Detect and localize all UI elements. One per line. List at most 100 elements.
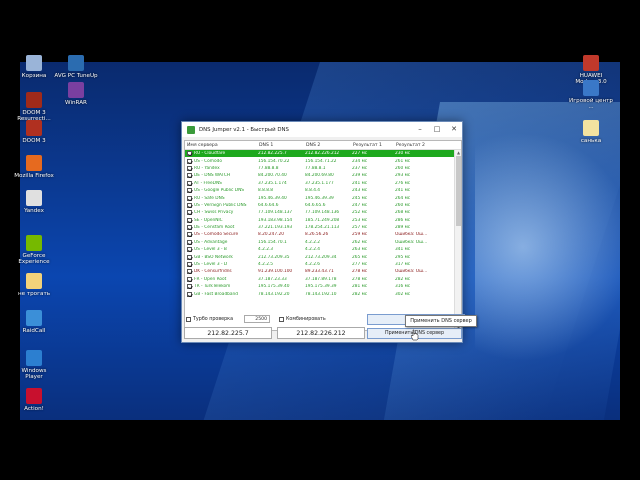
table-row[interactable]: US - Level 3 - D 4.2.2.5 4.2.2.6 277 мс 317 …: [185, 261, 455, 268]
table-row[interactable]: US - Comodo 156.154.70.22 156.154.71.22 234…: [185, 157, 455, 164]
result2-cell: Ошибка: Ош...: [395, 239, 428, 245]
row-checkbox[interactable]: [187, 225, 192, 231]
row-checkbox[interactable]: [187, 254, 192, 260]
table-row[interactable]: TR - TurkTelekom 195.175.39.40 195.175.39.…: [185, 283, 455, 290]
dns1-cell: 84.200.70.40: [258, 173, 287, 179]
desktop-icon-left-0[interactable]: Корзина: [12, 55, 56, 79]
row-checkbox[interactable]: [187, 239, 192, 245]
vertical-scrollbar[interactable]: ▲ ▼: [454, 150, 461, 330]
table-row[interactable]: US - Comodo Secure 8.20.247.20 8.26.56.26 2…: [185, 231, 455, 238]
table-row[interactable]: US - VeriSign Public DNS 64.6.64.6 64.6.65…: [185, 202, 455, 209]
combine-checkbox[interactable]: [279, 317, 284, 322]
column-header-server-name[interactable]: Имя сервера: [185, 143, 257, 148]
row-checkbox[interactable]: [187, 158, 192, 164]
scrollbar-thumb[interactable]: [456, 156, 461, 226]
table-row[interactable]: CH - Swiss Privacy 77.109.148.137 77.109.1…: [185, 209, 455, 216]
dns-server-list[interactable]: Имя сервера DNS 1 DNS 2 Результат 1 Резу…: [184, 140, 462, 331]
server-name-cell: US - Level 3 - D: [185, 262, 257, 268]
table-row[interactable]: SE - OpenNIC 193.183.98.154 185.71.249.208…: [185, 217, 455, 224]
desktop-icon-left-7[interactable]: GeForce Experience: [12, 235, 56, 266]
table-row[interactable]: RU - Yandex 77.88.8.8 77.88.8.1 237 мс 260 м…: [185, 165, 455, 172]
huawei-modem-icon: [583, 55, 599, 71]
folder-icon: [26, 273, 42, 289]
desktop-icon-right-1[interactable]: Игровой центр ...: [569, 80, 613, 111]
desktop-icon-left-10[interactable]: Windows Player: [12, 350, 56, 381]
result1-cell: 243 мс: [352, 188, 368, 194]
table-row[interactable]: GB - Fast Broadband 78.143.192.20 78.143.1…: [185, 290, 455, 297]
row-checkbox[interactable]: [187, 151, 192, 157]
table-row[interactable]: AT - FreeDNS 37.235.1.174 37.235.1.177 241 …: [185, 180, 455, 187]
result2-cell: 241 мс: [395, 188, 411, 194]
turbo-check-option[interactable]: Турбо проверка: [186, 315, 233, 324]
desktop-icon-left-2[interactable]: DOOM 3 Resurrecti...: [12, 92, 56, 123]
row-checkbox[interactable]: [187, 188, 192, 194]
row-checkbox[interactable]: [187, 210, 192, 216]
row-checkbox[interactable]: [187, 269, 192, 275]
desktop-icon-left-8[interactable]: не трогать: [12, 273, 56, 297]
desktop-icon-label: Windows Player: [21, 368, 47, 381]
desktop-icon-left-6[interactable]: Yandex: [12, 190, 56, 214]
turbo-checkbox[interactable]: [186, 317, 191, 322]
desktop-icon-right-2[interactable]: санька: [569, 120, 613, 144]
row-checkbox[interactable]: [187, 195, 192, 201]
table-row[interactable]: FR - Open Root 37.187.23.33 37.187.89.178 2…: [185, 276, 455, 283]
maximize-button[interactable]: □: [429, 122, 445, 137]
row-checkbox[interactable]: [187, 262, 192, 268]
result1-cell: 252 мс: [352, 210, 368, 216]
dns1-field[interactable]: 212.82.225.7: [184, 327, 272, 339]
table-row[interactable]: RU - Cloudfare 212.82.225.7 212.82.226.212…: [185, 150, 455, 158]
desktop-icon-left-9[interactable]: RaidCall: [12, 310, 56, 334]
row-checkbox[interactable]: [187, 217, 192, 223]
result2-cell: 261 мс: [395, 158, 411, 164]
column-header-dns1[interactable]: DNS 1: [257, 143, 304, 148]
desktop-icon-left-11[interactable]: Action!: [12, 388, 56, 412]
desktop-icon-left-3[interactable]: WinRAR: [54, 82, 98, 106]
hand-cursor-icon: [411, 329, 419, 341]
game-center-icon: [583, 80, 599, 96]
dns-jumper-window[interactable]: DNS Jumper v2.1 - Быстрый DNS – □ ✕ Имя …: [181, 121, 465, 343]
desktop-icon-label: Игровой центр ...: [569, 98, 613, 111]
result1-cell: 247 мс: [352, 202, 368, 208]
result2-cell: 230 мс: [395, 151, 411, 157]
turbo-value-field[interactable]: 2500: [244, 315, 270, 323]
dns2-cell: 212.82.226.212: [305, 151, 340, 157]
server-name-cell: US - Level 3 - B: [185, 247, 257, 253]
column-header-result2[interactable]: Результат 2: [394, 143, 455, 148]
combine-option[interactable]: Комбинировать: [279, 315, 326, 324]
desktop-icon-left-4[interactable]: DOOM 3: [12, 120, 56, 144]
column-header-result1[interactable]: Результат 1: [351, 143, 394, 148]
row-checkbox[interactable]: [187, 276, 192, 282]
table-row[interactable]: US - Level 3 - B 4.2.2.3 4.2.2.4 263 мс 341 …: [185, 246, 455, 253]
result2-cell: 260 мс: [395, 165, 411, 171]
desktop-icon-label: Mozilla Firefox: [14, 173, 54, 179]
row-checkbox[interactable]: [187, 284, 192, 290]
dns2-field[interactable]: 212.82.226.212: [277, 327, 365, 339]
dns1-cell: 4.2.2.3: [258, 247, 274, 253]
winrar-icon: [68, 82, 84, 98]
dns2-cell: 156.154.71.22: [305, 158, 337, 164]
table-row[interactable]: DE - Censfam Root 37.221.193.193 178.254.2…: [185, 224, 455, 231]
row-checkbox[interactable]: [187, 291, 192, 297]
desktop-icon-left-1[interactable]: AVG PC TuneUp: [54, 55, 98, 79]
row-checkbox[interactable]: [187, 180, 192, 186]
row-checkbox[interactable]: [187, 165, 192, 171]
table-row[interactable]: US - Advantage 156.154.70.1 4.2.2.2 262 мс О…: [185, 239, 455, 246]
table-row[interactable]: RU - Safe DNS 195.46.39.40 195.46.39.39 245…: [185, 194, 455, 201]
dns1-cell: 64.6.64.6: [258, 202, 279, 208]
column-header-dns2[interactable]: DNS 2: [304, 143, 351, 148]
row-checkbox[interactable]: [187, 202, 192, 208]
table-row[interactable]: US - Google Public DNS 8.8.8.8 8.8.4.4 243 …: [185, 187, 455, 194]
server-name-cell: CH - Swiss Privacy: [185, 210, 257, 216]
result2-cell: 260 мс: [395, 202, 411, 208]
title-bar[interactable]: DNS Jumper v2.1 - Быстрый DNS – □ ✕: [182, 122, 462, 137]
table-row[interactable]: GB - BSO Network 212.73.209.35 212.73.209.…: [185, 253, 455, 260]
table-row[interactable]: DK - Censurfridns 91.239.100.100 89.233.43…: [185, 268, 455, 275]
table-row[interactable]: DE - DNS WATCH 84.200.70.40 84.200.69.80 23…: [185, 172, 455, 179]
result1-cell: 239 мс: [352, 173, 368, 179]
minimize-button[interactable]: –: [412, 122, 428, 137]
row-checkbox[interactable]: [187, 232, 192, 238]
close-button[interactable]: ✕: [446, 122, 462, 137]
row-checkbox[interactable]: [187, 247, 192, 253]
desktop-icon-left-5[interactable]: Mozilla Firefox: [12, 155, 56, 179]
row-checkbox[interactable]: [187, 173, 192, 179]
